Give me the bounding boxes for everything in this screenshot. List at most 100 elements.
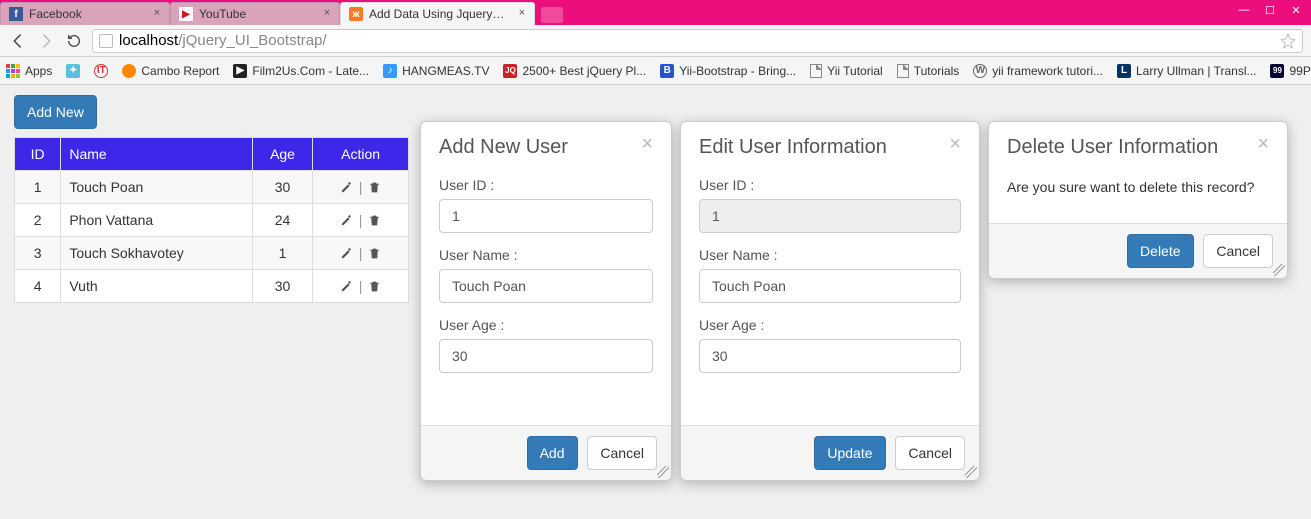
cell-name: Phon Vattana — [61, 204, 252, 237]
back-button[interactable] — [8, 31, 28, 51]
bookmark-item[interactable]: ✦ — [66, 64, 80, 78]
site-icon: ♪ — [383, 64, 397, 78]
close-icon[interactable]: × — [641, 136, 653, 152]
cell-age: 30 — [252, 171, 312, 204]
close-icon[interactable]: × — [151, 7, 163, 19]
document-icon — [810, 64, 822, 78]
edit-icon[interactable] — [340, 280, 353, 293]
label-user-id: User ID : — [439, 177, 653, 193]
bookmark-item[interactable]: IT — [94, 64, 108, 78]
browser-tab[interactable]: f Facebook × — [0, 2, 170, 25]
cancel-button[interactable]: Cancel — [895, 436, 965, 470]
user-name-input[interactable] — [699, 269, 961, 303]
bookmark-item[interactable]: LLarry Ullman | Transl... — [1117, 64, 1256, 78]
bookmark-label: Larry Ullman | Transl... — [1136, 64, 1256, 78]
cancel-button[interactable]: Cancel — [1203, 234, 1273, 268]
close-window-button[interactable]: ✕ — [1285, 2, 1307, 18]
user-id-input[interactable] — [439, 199, 653, 233]
bookmark-label: Film2Us.Com - Late... — [252, 64, 369, 78]
resize-handle[interactable] — [657, 466, 669, 478]
bookmark-star-icon[interactable] — [1280, 33, 1296, 49]
bookmark-label: Apps — [25, 64, 52, 78]
minimize-button[interactable]: — — [1233, 2, 1255, 18]
add-button[interactable]: Add — [527, 436, 578, 470]
close-icon[interactable]: × — [949, 136, 961, 152]
bookmark-label: Tutorials — [914, 64, 960, 78]
site-icon: ✦ — [66, 64, 80, 78]
user-name-input[interactable] — [439, 269, 653, 303]
bookmark-item[interactable]: 9999Po — [1270, 64, 1311, 78]
forward-button[interactable] — [36, 31, 56, 51]
cancel-button[interactable]: Cancel — [587, 436, 657, 470]
cell-actions: | — [313, 171, 409, 204]
delete-icon[interactable] — [368, 280, 381, 293]
apps-shortcut[interactable]: Apps — [6, 64, 52, 78]
cell-name: Touch Poan — [61, 171, 252, 204]
cell-id: 4 — [15, 270, 61, 303]
action-separator: | — [359, 278, 363, 294]
bookmark-item[interactable]: JQ2500+ Best jQuery Pl... — [503, 64, 646, 78]
site-icon: B — [660, 64, 674, 78]
edit-icon[interactable] — [340, 214, 353, 227]
cell-id: 1 — [15, 171, 61, 204]
bookmarks-bar: Apps ✦ IT Cambo Report ▶ Film2Us.Com - La… — [0, 57, 1311, 85]
close-icon[interactable]: × — [1257, 136, 1269, 152]
page-icon — [99, 34, 113, 48]
delete-button[interactable]: Delete — [1127, 234, 1193, 268]
apps-icon — [6, 64, 20, 78]
resize-handle[interactable] — [965, 466, 977, 478]
site-icon: ▶ — [233, 64, 247, 78]
label-user-age: User Age : — [439, 317, 653, 333]
cell-age: 24 — [252, 204, 312, 237]
bookmark-item[interactable]: Yii Tutorial — [810, 64, 883, 78]
table-row: 4Vuth30| — [15, 270, 409, 303]
delete-icon[interactable] — [368, 214, 381, 227]
user-age-input[interactable] — [439, 339, 653, 373]
bookmark-item[interactable]: ▶ Film2Us.Com - Late... — [233, 64, 369, 78]
window-controls: — ☐ ✕ — [1233, 2, 1307, 18]
cell-actions: | — [313, 270, 409, 303]
bookmark-item[interactable]: BYii-Bootstrap - Bring... — [660, 64, 796, 78]
bookmark-item[interactable]: Cambo Report — [122, 64, 219, 78]
bookmark-label: 99Po — [1289, 64, 1311, 78]
dialog-title: Edit User Information — [699, 136, 949, 159]
cell-actions: | — [313, 204, 409, 237]
users-table: ID Name Age Action 1Touch Poan30|2Phon V… — [14, 137, 409, 303]
bookmark-label: Cambo Report — [141, 64, 219, 78]
tab-title: Add Data Using Jquery UI — [369, 7, 506, 21]
browser-tab-active[interactable]: ж Add Data Using Jquery UI × — [340, 2, 535, 25]
bookmark-item[interactable]: ♪ HANGMEAS.TV — [383, 64, 489, 78]
cell-age: 1 — [252, 237, 312, 270]
bookmark-item[interactable]: Wyii framework tutori... — [973, 64, 1103, 78]
label-user-name: User Name : — [699, 247, 961, 263]
page-content: Add New ID Name Age Action 1Touch Poan30… — [0, 85, 1311, 519]
xampp-icon: ж — [349, 7, 363, 21]
new-tab-button[interactable] — [541, 7, 563, 23]
browser-tab[interactable]: ▶ YouTube × — [170, 2, 340, 25]
action-separator: | — [359, 179, 363, 195]
resize-handle[interactable] — [1273, 264, 1285, 276]
browser-titlebar: f Facebook × ▶ YouTube × ж Add Data Usin… — [0, 0, 1311, 25]
bookmark-label: yii framework tutori... — [992, 64, 1103, 78]
close-icon[interactable]: × — [321, 7, 333, 19]
edit-user-dialog: Edit User Information × User ID : User N… — [680, 121, 980, 481]
label-user-name: User Name : — [439, 247, 653, 263]
delete-icon[interactable] — [368, 181, 381, 194]
delete-icon[interactable] — [368, 247, 381, 260]
bookmark-label: HANGMEAS.TV — [402, 64, 489, 78]
maximize-button[interactable]: ☐ — [1259, 2, 1281, 18]
add-new-button[interactable]: Add New — [14, 95, 97, 129]
user-id-input[interactable] — [699, 199, 961, 233]
cell-name: Vuth — [61, 270, 252, 303]
edit-icon[interactable] — [340, 181, 353, 194]
site-icon: IT — [94, 64, 108, 78]
label-user-id: User ID : — [699, 177, 961, 193]
address-bar[interactable]: localhost/jQuery_UI_Bootstrap/ — [92, 29, 1303, 53]
user-age-input[interactable] — [699, 339, 961, 373]
wordpress-icon: W — [973, 64, 987, 78]
update-button[interactable]: Update — [814, 436, 885, 470]
edit-icon[interactable] — [340, 247, 353, 260]
bookmark-item[interactable]: Tutorials — [897, 64, 960, 78]
reload-button[interactable] — [64, 31, 84, 51]
close-icon[interactable]: × — [516, 7, 528, 19]
